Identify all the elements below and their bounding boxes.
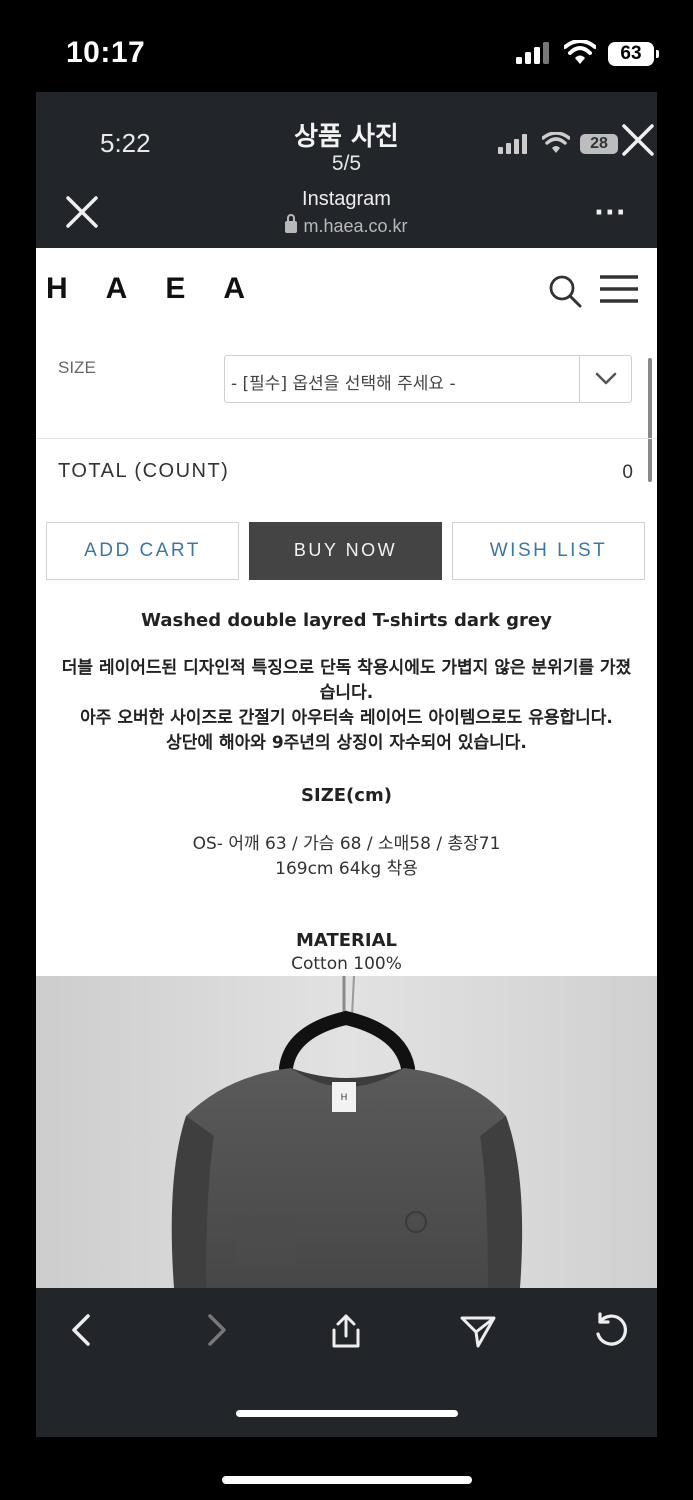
product-title: Washed double layred T-shirts dark grey [141,610,552,631]
wish-list-button[interactable]: WISH LIST [452,522,645,580]
site-name: Instagram [302,188,391,210]
inner-battery-indicator: 28 [580,134,618,154]
size-select-toggle[interactable] [579,356,631,402]
outer-status-bar: 10:17 63 [0,0,693,92]
search-icon[interactable] [548,274,582,308]
viewer-header: 5:22 상품 사진 5/5 28 Instagram m.haea.co.kr… [36,92,657,248]
size-select[interactable]: - [필수] 옵션을 선택해 주세요 - [224,355,632,403]
size-option-label: SIZE [58,358,96,377]
inner-wifi-icon [542,132,570,153]
description-line: 아주 오버한 사이즈로 간절기 아우터속 레이어드 아이템으로도 유용합니다. [80,708,613,728]
site-url: m.haea.co.kr [36,214,657,237]
description-line: 상단에 해아와 9주년의 상징이 자수되어 있습니다. [166,733,527,753]
inner-home-indicator [236,1410,458,1417]
product-description: 더블 레이어드된 디자인적 특징으로 단독 착용시에도 가볍지 않은 분위기를 … [36,656,657,756]
hamburger-menu-icon[interactable] [598,274,640,304]
send-icon[interactable] [458,1310,498,1350]
browser-toolbar [36,1288,657,1437]
total-count-value: 0 [622,462,633,483]
description-line: 습니다. [319,683,374,703]
size-select-value: - [필수] 옵션을 선택해 주세요 - [231,374,456,394]
add-cart-button[interactable]: ADD CART [46,522,239,580]
photo-counter: 5/5 [331,152,362,175]
size-spec-line: OS- 어깨 63 / 가슴 68 / 소매58 / 총장71 [192,834,501,854]
brand-logo[interactable]: HAEA [46,272,283,306]
site-url-text: m.haea.co.kr [303,216,408,236]
forward-icon[interactable] [196,1310,236,1350]
material-spec: Cotton 100% [291,954,402,974]
lock-icon [285,214,298,233]
close-viewer-icon[interactable] [620,122,656,158]
web-page: HAEA SIZE - [필수] 옵션을 선택해 주세요 - TOTAL (CO… [36,248,657,1288]
page-scrollbar[interactable] [648,358,652,482]
more-options-icon[interactable]: ··· [594,198,627,228]
total-count-label: TOTAL (COUNT) [58,460,230,482]
screenshot-viewer: 5:22 상품 사진 5/5 28 Instagram m.haea.co.kr… [36,92,657,1437]
size-spec-line: 169cm 64kg 착용 [275,859,418,879]
material-heading: MATERIAL [296,930,397,951]
battery-indicator: 63 [608,42,659,66]
size-heading: SIZE(cm) [301,785,392,806]
inner-signal-icon [498,134,527,154]
home-indicator[interactable] [222,1476,472,1484]
refresh-icon[interactable] [590,1310,630,1350]
section-divider [36,438,657,439]
t-shirt-illustration: H [36,976,657,1288]
chevron-down-icon [595,372,617,385]
back-icon[interactable] [62,1310,102,1350]
wifi-icon [564,40,596,64]
share-icon[interactable] [326,1310,366,1350]
cellular-signal-icon [516,42,549,64]
buy-now-button[interactable]: BUY NOW [249,522,442,580]
description-line: 더블 레이어드된 디자인적 특징으로 단독 착용시에도 가볍지 않은 분위기를 … [61,658,632,678]
product-photo: H [36,976,657,1288]
outer-clock: 10:17 [66,36,146,69]
photo-label: H [341,1092,348,1102]
size-spec: OS- 어깨 63 / 가슴 68 / 소매58 / 총장71 169cm 64… [36,832,657,882]
